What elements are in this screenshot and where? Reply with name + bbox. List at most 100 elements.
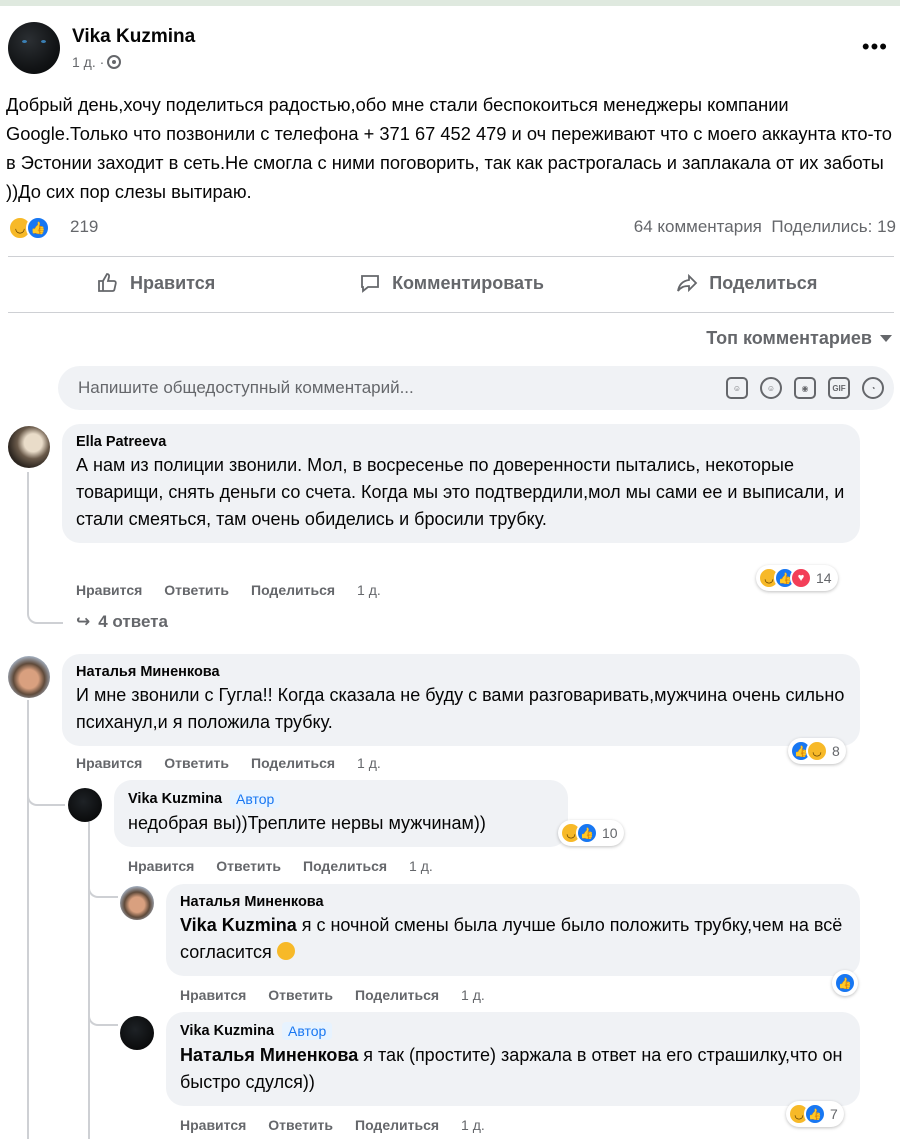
comment-actions: Нравится Ответить Поделиться 1 д. [180,1117,485,1133]
comment-text: А нам из полиции звонили. Мол, в восресе… [76,455,845,529]
comment-reply-button[interactable]: Ответить [268,987,333,1003]
comments-count[interactable]: 64 комментария [634,217,762,236]
divider [8,256,894,257]
gif-icon[interactable]: GIF [828,377,850,399]
comment-reactions[interactable]: 👍 [832,970,858,996]
comment-reply-button[interactable]: Ответить [216,858,281,874]
post-header: Vika Kuzmina 1 д. · ••• [8,22,892,82]
view-replies-link[interactable]: ↪ 4 ответа [76,612,168,632]
comment-share-button[interactable]: Поделиться [251,755,335,771]
comment-author[interactable]: Наталья Миненкова [180,894,324,910]
thread-line [88,822,90,1139]
thread-hook [27,790,65,806]
emoji-icon[interactable]: ☺ [760,377,782,399]
comment-time[interactable]: 1 д. [409,858,433,874]
camera-icon[interactable]: ◉ [794,377,816,399]
comment-input[interactable] [78,378,678,398]
comment-author[interactable]: Ella Patreeva [76,434,166,450]
thumbs-up-icon [98,273,117,292]
comment-reactions[interactable]: 👍 ◡ 8 [788,738,846,764]
comment-share-button[interactable]: Поделиться [303,858,387,874]
comment-like-button[interactable]: Нравится [76,582,142,598]
reaction-count: 7 [830,1106,838,1122]
avatar[interactable] [8,426,50,468]
comment-reply-button[interactable]: Ответить [268,1117,333,1133]
author-badge: Автор [230,790,281,808]
comment-text: Наталья Миненкова я так (простите) заржа… [180,1042,846,1096]
comment-author[interactable]: Наталья Миненкова [76,664,220,680]
post-author[interactable]: Vika Kuzmina [72,26,195,48]
sort-comments-dropdown[interactable]: Топ комментариев [706,328,892,349]
thread-hook [27,600,63,624]
comment-like-button[interactable]: Нравится [76,755,142,771]
composer-icons: ☺ ☺ ◉ GIF ◔ [726,377,884,399]
caret-down-icon [880,335,892,342]
post-text: Добрый день,хочу поделиться радостью,обо… [6,94,892,202]
avatar[interactable] [8,656,50,698]
comment-bubble: Наталья Миненкова И мне звонили с Гугла!… [62,654,860,746]
love-icon: ♥ [790,567,812,589]
comment-share-button[interactable]: Поделиться [251,582,335,598]
comment-like-button[interactable]: Нравится [180,1117,246,1133]
reaction-count: 14 [816,570,832,586]
comment-share-button[interactable]: Поделиться [355,1117,439,1133]
shares-count[interactable]: Поделились: 19 [771,217,896,236]
comment-time[interactable]: 1 д. [357,582,381,598]
comment-author[interactable]: Vika Kuzmina [180,1023,274,1039]
avatar[interactable] [120,886,154,920]
reply-arrow-icon: ↪ [76,612,91,631]
mention[interactable]: Наталья Миненкова [180,1045,358,1065]
thread-hook [88,1010,118,1026]
comment-like-button[interactable]: Нравится [128,858,194,874]
like-icon: 👍 [804,1103,826,1125]
mention[interactable]: Vika Kuzmina [180,915,297,935]
post-timestamp[interactable]: 1 д. · [72,54,122,70]
sticker-icon[interactable]: ◔ [862,377,884,399]
comment-reply-button[interactable]: Ответить [164,755,229,771]
reaction-icons[interactable]: ◡ 👍 [8,216,50,240]
comment-time[interactable]: 1 д. [461,987,485,1003]
comment-bubble: Vika Kuzmina Автор недобрая вы))Треплите… [114,780,568,847]
like-icon: 👍 [834,972,856,994]
avatar[interactable] [68,788,102,822]
comment-bubble: Vika Kuzmina Автор Наталья Миненкова я т… [166,1012,860,1106]
more-options-button[interactable]: ••• [862,34,888,60]
top-strip [0,0,900,6]
globe-icon [107,55,122,69]
comment-composer[interactable]: ☺ ☺ ◉ GIF ◔ [58,366,894,410]
comment-actions: Нравится Ответить Поделиться 1 д. [128,858,433,874]
comment-text: Vika Kuzmina я с ночной смены была лучше… [180,912,846,966]
rolling-laughing-emoji-icon [276,942,295,960]
author-badge: Автор [282,1022,333,1040]
thread-hook [88,884,118,898]
like-icon: 👍 [576,822,598,844]
reaction-count[interactable]: 219 [70,217,98,237]
avatar[interactable] [120,1016,154,1050]
comment-reactions[interactable]: ◡ 👍 10 [558,820,624,846]
comment-time[interactable]: 1 д. [461,1117,485,1133]
action-bar: Нравится Комментировать Поделиться [8,258,894,308]
reaction-count: 10 [602,825,618,841]
comment-icon [361,275,379,293]
comment-reply-button[interactable]: Ответить [164,582,229,598]
comment-reactions[interactable]: ◡ 👍 7 [786,1101,844,1127]
like-button[interactable]: Нравится [8,258,303,308]
comment-bubble: Наталья Миненкова Vika Kuzmina я с ночно… [166,884,860,976]
author-avatar[interactable] [8,22,60,74]
comment-text: недобрая вы))Треплите нервы мужчинам)) [128,813,486,833]
haha-icon: ◡ [806,740,828,762]
like-label: Нравится [130,272,216,293]
comment-button[interactable]: Комментировать [303,258,598,308]
comment-reactions[interactable]: ◡ 👍 ♥ 14 [756,565,838,591]
comment-time[interactable]: 1 д. [357,755,381,771]
share-button[interactable]: Поделиться [599,258,894,308]
comment-share-button[interactable]: Поделиться [355,987,439,1003]
post-time-text[interactable]: 1 д. · [72,54,104,70]
share-icon [677,273,698,293]
avatar-sticker-icon[interactable]: ☺ [726,377,748,399]
comment-like-button[interactable]: Нравится [180,987,246,1003]
comment-actions: Нравится Ответить Поделиться 1 д. [76,755,381,771]
sort-label: Топ комментариев [706,328,872,348]
comment-bubble: Ella Patreeva А нам из полиции звонили. … [62,424,860,543]
comment-author[interactable]: Vika Kuzmina [128,791,222,807]
